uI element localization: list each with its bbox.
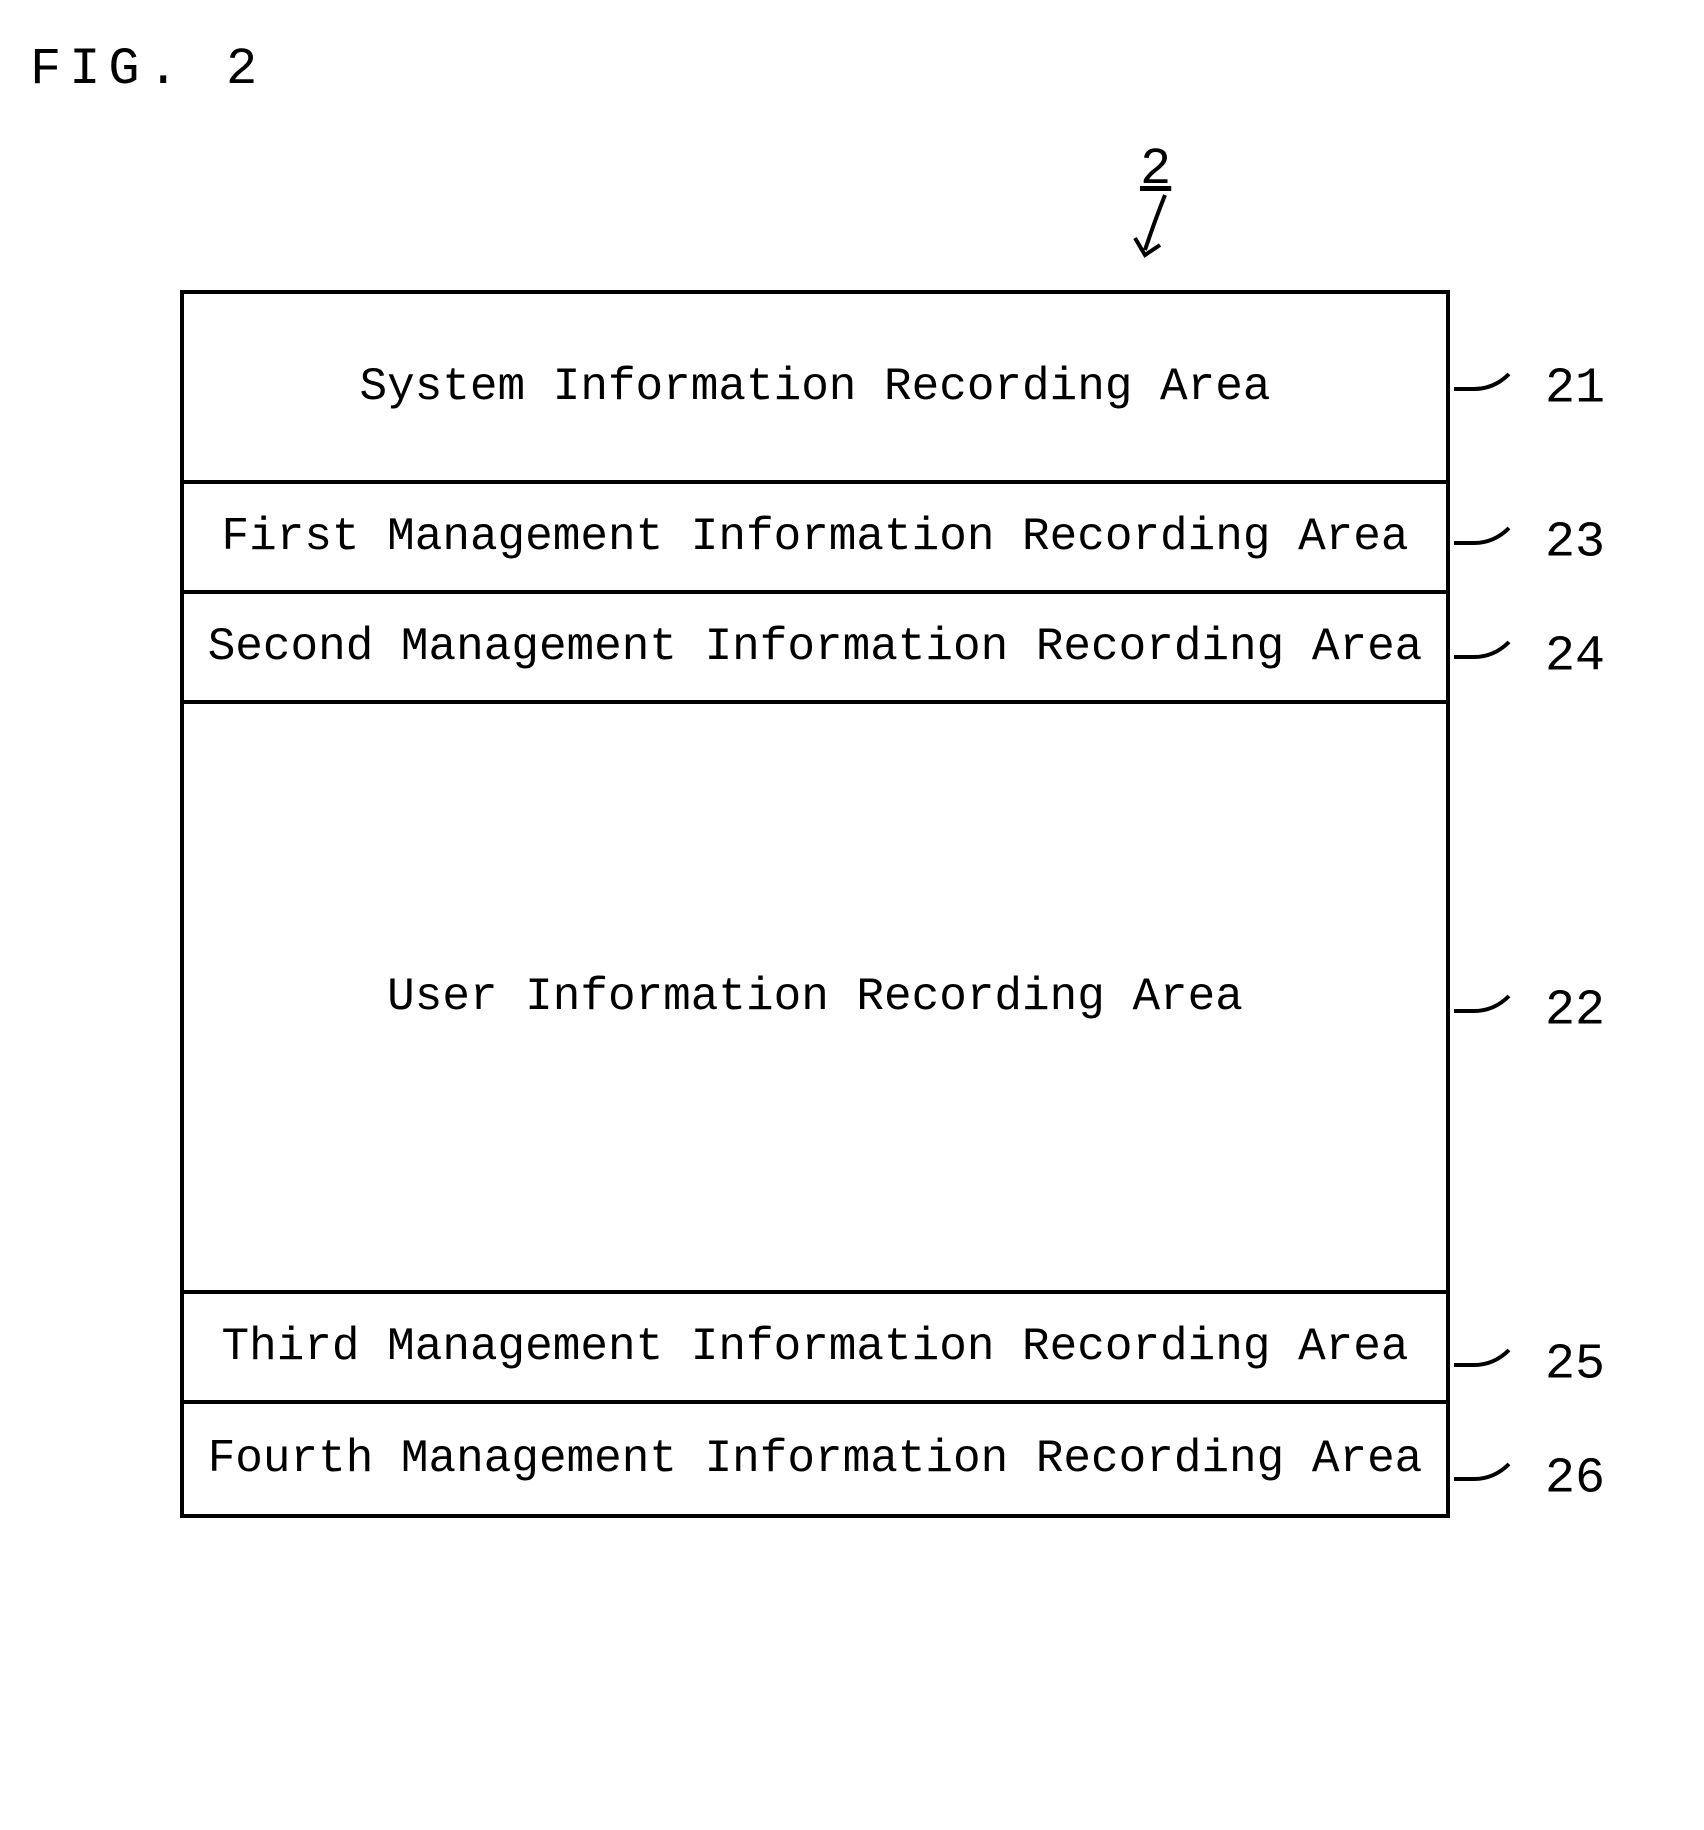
memory-area-label: First Management Information Recording A… <box>222 511 1409 563</box>
memory-area-label: Second Management Information Recording … <box>208 621 1423 673</box>
leader-line-icon <box>1454 1459 1514 1499</box>
reference-number: 23 <box>1545 515 1605 572</box>
reference-number: 22 <box>1545 983 1605 1040</box>
leader-line-icon <box>1454 369 1514 409</box>
figure-label: FIG. 2 <box>30 40 265 99</box>
memory-area-row: Third Management Information Recording A… <box>184 1294 1446 1404</box>
reference-number: 21 <box>1545 361 1605 418</box>
memory-area-label: Fourth Management Information Recording … <box>208 1433 1423 1485</box>
memory-area-row: Fourth Management Information Recording … <box>184 1404 1446 1514</box>
memory-area-label: Third Management Information Recording A… <box>222 1321 1409 1373</box>
memory-area-row: User Information Recording Area <box>184 704 1446 1294</box>
memory-area-row: Second Management Information Recording … <box>184 594 1446 704</box>
leader-line-icon <box>1454 523 1514 563</box>
reference-number: 26 <box>1545 1451 1605 1508</box>
leader-line-icon <box>1454 637 1514 677</box>
memory-layout-table: System Information Recording Area First M… <box>180 290 1450 1518</box>
leader-line-icon <box>1454 1345 1514 1385</box>
leader-line-icon <box>1454 991 1514 1031</box>
memory-area-row: First Management Information Recording A… <box>184 484 1446 594</box>
reference-number: 25 <box>1545 1337 1605 1394</box>
reference-number: 24 <box>1545 629 1605 686</box>
down-arrow-icon <box>1130 190 1180 270</box>
memory-area-label: System Information Recording Area <box>360 361 1271 413</box>
memory-area-row: System Information Recording Area <box>184 294 1446 484</box>
memory-area-label: User Information Recording Area <box>387 971 1243 1023</box>
